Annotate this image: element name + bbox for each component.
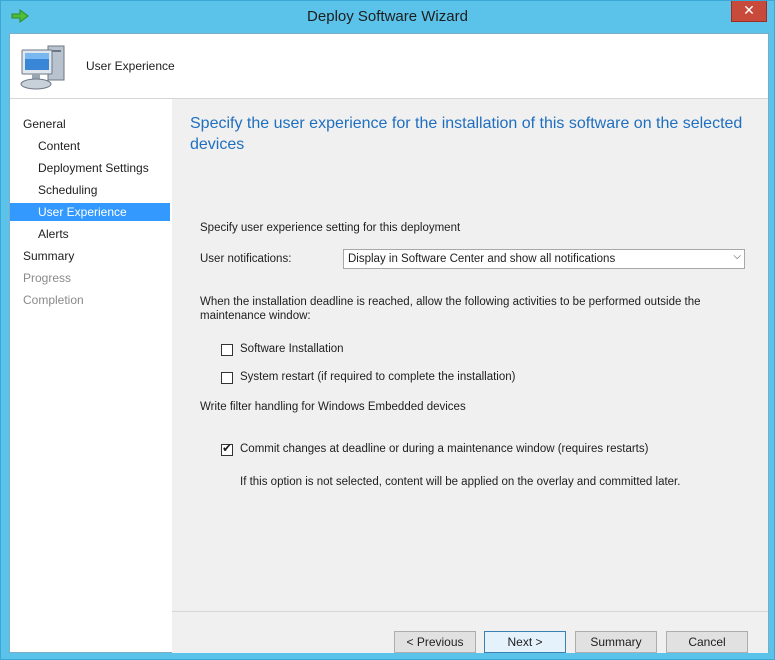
computer-icon [20, 45, 65, 90]
deadline-text: When the installation deadline is reache… [200, 296, 701, 322]
nav-item-completion: Completion [23, 293, 84, 307]
wizard-client-area: User Experience General Content Deployme… [9, 33, 769, 653]
wizard-window: Deploy Software Wizard ✕ User Experience… [0, 0, 775, 660]
title-bar[interactable]: Deploy Software Wizard ✕ [1, 1, 774, 33]
page-heading: Specify the user experience for the inst… [190, 115, 743, 153]
chevron-down-icon: ⌵ [733, 251, 741, 262]
cancel-button[interactable]: Cancel [666, 631, 748, 653]
window-title: Deploy Software Wizard [307, 8, 468, 25]
previous-button[interactable]: < Previous [394, 631, 476, 653]
wizard-header: User Experience [10, 34, 768, 99]
close-button[interactable]: ✕ [731, 1, 767, 22]
nav-item-deployment-settings[interactable]: Deployment Settings [38, 159, 149, 177]
nav-item-content[interactable]: Content [38, 137, 80, 155]
nav-item-summary[interactable]: Summary [23, 247, 74, 265]
summary-button[interactable]: Summary [575, 631, 657, 653]
commit-changes-label[interactable]: Commit changes at deadline or during a m… [240, 443, 648, 455]
user-notifications-label: User notifications: [200, 253, 292, 265]
nav-item-alerts[interactable]: Alerts [38, 225, 69, 243]
wizard-nav: General Content Deployment Settings Sche… [10, 99, 172, 652]
software-installation-label[interactable]: Software Installation [240, 343, 344, 355]
system-restart-checkbox[interactable] [221, 372, 233, 384]
button-bar: < Previous Next > Summary Cancel [172, 611, 768, 653]
system-restart-label[interactable]: System restart (if required to complete … [240, 371, 515, 383]
next-button[interactable]: Next > [484, 631, 566, 653]
nav-item-general[interactable]: General [23, 115, 66, 133]
software-installation-checkbox[interactable] [221, 344, 233, 356]
header-title: User Experience [86, 59, 175, 73]
user-notifications-value: Display in Software Center and show all … [348, 253, 616, 265]
nav-item-progress: Progress [23, 271, 72, 285]
write-filter-heading: Write filter handling for Windows Embedd… [200, 401, 466, 413]
checkmark-icon: ✔ [222, 441, 233, 455]
wizard-page: Specify the user experience for the inst… [172, 99, 768, 653]
intro-text: Specify user experience setting for this… [200, 222, 461, 234]
commit-changes-checkbox[interactable]: ✔ [221, 441, 233, 456]
nav-item-user-experience[interactable]: User Experience [10, 203, 170, 221]
user-notifications-dropdown[interactable]: Display in Software Center and show all … [343, 249, 745, 269]
commit-note: If this option is not selected, content … [240, 476, 681, 488]
nav-item-scheduling[interactable]: Scheduling [38, 181, 97, 199]
